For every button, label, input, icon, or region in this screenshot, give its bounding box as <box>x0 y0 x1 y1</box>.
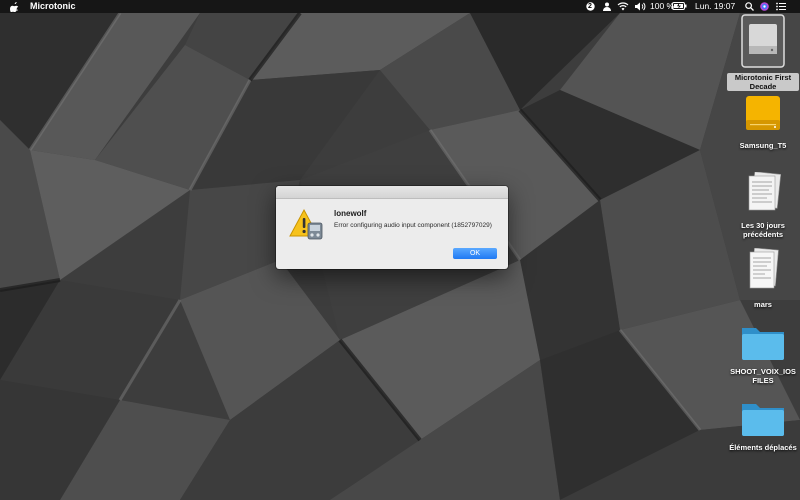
desktop-icon-mars[interactable]: mars <box>727 247 799 309</box>
desktop-icon-shoot-voix[interactable]: SHOOT_VOIX_IOS FILES <box>727 322 799 385</box>
desktop-icon-label: SHOOT_VOIX_IOS FILES <box>730 367 796 385</box>
desktop-icon-label: Microtonic First Decade <box>727 73 799 91</box>
alert-dialog: lonewolf Error configuring audio input c… <box>276 186 508 269</box>
app-name[interactable]: Microtonic <box>30 0 76 13</box>
siri-icon[interactable] <box>760 2 769 11</box>
battery-percent[interactable]: 100 % <box>650 0 674 13</box>
desktop-icon-label: Les 30 jours précédents <box>741 221 785 239</box>
ok-button[interactable]: OK <box>453 248 497 259</box>
document-stack-icon <box>748 171 782 211</box>
menu-bar:  Microtonic 2 100 % Lun. 19:07 <box>0 0 800 13</box>
dialog-titlebar[interactable] <box>276 186 508 199</box>
desktop-icon-samsung-t5[interactable]: Samsung_T5 <box>727 94 799 150</box>
desktop-icon-label: Samsung_T5 <box>739 141 787 150</box>
notification-center-icon[interactable] <box>776 2 786 11</box>
dialog-message: Error configuring audio input component … <box>334 222 492 229</box>
document-stack-icon <box>749 247 779 289</box>
volume-icon[interactable] <box>635 2 646 11</box>
disk-image-icon <box>741 14 785 68</box>
user-icon[interactable] <box>602 2 612 11</box>
battery-charging-icon[interactable] <box>672 2 687 10</box>
desktop-icon-label: mars <box>754 300 772 309</box>
wifi-icon[interactable] <box>617 2 629 11</box>
search-icon[interactable] <box>745 2 754 11</box>
apple-icon-glyph[interactable] <box>10 1 19 12</box>
folder-icon <box>742 328 784 360</box>
warning-icon <box>289 208 323 240</box>
dialog-title: lonewolf <box>334 209 367 218</box>
desktop-icon-elements-deplaces[interactable]: Éléments déplacés <box>727 398 799 452</box>
menubar-clock[interactable]: Lun. 19:07 <box>695 0 735 13</box>
external-drive-icon <box>746 96 780 130</box>
notification-count: 2 <box>588 3 592 10</box>
folder-icon <box>742 404 784 436</box>
desktop-icon-microtonic-first-decade[interactable]: Microtonic First Decade <box>727 14 799 91</box>
desktop-icon-label: Éléments déplacés <box>729 443 797 452</box>
desktop-icon-les-30-jours[interactable]: Les 30 jours précédents <box>727 171 799 239</box>
